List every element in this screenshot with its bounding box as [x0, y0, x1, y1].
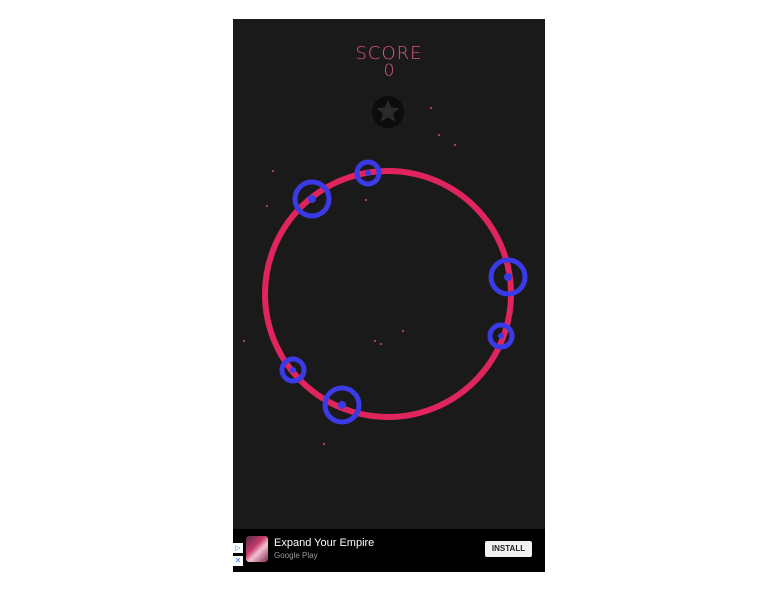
node-core — [365, 170, 371, 176]
ad-source: Google Play — [274, 551, 318, 560]
particle — [266, 205, 268, 207]
screen: SCORE 0 ▷ ✕ Expand Your Empire Google Pl… — [0, 0, 768, 600]
node[interactable] — [292, 179, 332, 219]
node-core — [338, 401, 346, 409]
node-core — [308, 195, 316, 203]
star-icon[interactable] — [372, 96, 404, 128]
install-button[interactable]: INSTALL — [485, 541, 532, 557]
particle — [272, 170, 274, 172]
particle — [243, 340, 245, 342]
ad-banner[interactable]: ▷ ✕ Expand Your Empire Google Play INSTA… — [233, 529, 545, 572]
ad-app-icon[interactable] — [246, 536, 268, 562]
playfield[interactable] — [233, 19, 545, 529]
adchoices-icon[interactable]: ▷ — [233, 543, 243, 553]
particle — [374, 340, 376, 342]
node[interactable] — [279, 356, 307, 384]
particle — [454, 144, 456, 146]
particle — [438, 134, 440, 136]
particle — [380, 343, 382, 345]
particle — [430, 107, 432, 109]
node-core — [498, 333, 504, 339]
background-particles — [243, 107, 456, 445]
close-icon[interactable]: ✕ — [233, 556, 243, 566]
node-core — [290, 367, 296, 373]
ad-title[interactable]: Expand Your Empire — [274, 537, 374, 549]
particle — [365, 199, 367, 201]
particle — [323, 443, 325, 445]
particle — [402, 330, 404, 332]
node-core — [504, 273, 512, 281]
game-screen[interactable]: SCORE 0 ▷ ✕ Expand Your Empire Google Pl… — [233, 19, 545, 572]
